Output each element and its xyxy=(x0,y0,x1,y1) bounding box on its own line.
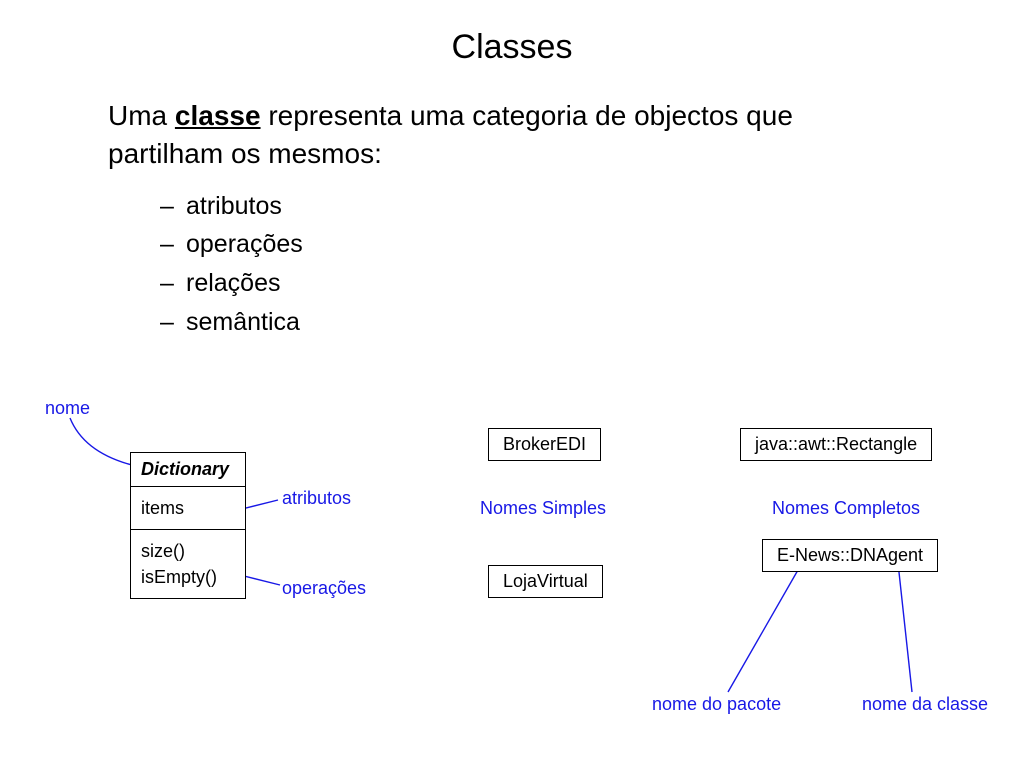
lead-paragraph: Uma classe representa uma categoria de o… xyxy=(108,97,868,173)
list-item: –semântica xyxy=(160,303,1024,342)
uml-class-name: Dictionary xyxy=(131,453,245,487)
bullet-text: semântica xyxy=(186,303,300,342)
annotation-atributos: atributos xyxy=(282,488,351,509)
annotation-nomes-completos: Nomes Completos xyxy=(772,498,920,519)
annotation-operacoes: operações xyxy=(282,578,366,599)
class-box-dnagent: E-News::DNAgent xyxy=(762,539,938,572)
lead-keyword: classe xyxy=(175,100,261,131)
bullet-list: –atributos –operações –relações –semânti… xyxy=(160,187,1024,342)
dash-icon: – xyxy=(160,303,174,342)
bullet-text: operações xyxy=(186,225,303,264)
uml-attributes-section: items xyxy=(131,487,245,530)
bullet-text: relações xyxy=(186,264,281,303)
class-box-loja: LojaVirtual xyxy=(488,565,603,598)
annotation-nome-pacote: nome do pacote xyxy=(652,694,781,715)
dash-icon: – xyxy=(160,264,174,303)
bullet-text: atributos xyxy=(186,187,282,226)
annotation-nomes-simples: Nomes Simples xyxy=(480,498,606,519)
class-box-rectangle: java::awt::Rectangle xyxy=(740,428,932,461)
class-box-broker: BrokerEDI xyxy=(488,428,601,461)
dash-icon: – xyxy=(160,225,174,264)
page-title: Classes xyxy=(0,0,1024,67)
annotation-nome-classe: nome da classe xyxy=(862,694,988,715)
list-item: –relações xyxy=(160,264,1024,303)
uml-operation: size() xyxy=(141,538,235,564)
dash-icon: – xyxy=(160,187,174,226)
lead-pre: Uma xyxy=(108,100,175,131)
annotation-nome: nome xyxy=(45,398,90,419)
list-item: –atributos xyxy=(160,187,1024,226)
uml-operations-section: size() isEmpty() xyxy=(131,530,245,598)
list-item: –operações xyxy=(160,225,1024,264)
uml-class-box: Dictionary items size() isEmpty() xyxy=(130,452,246,599)
uml-attribute: items xyxy=(141,495,235,521)
uml-operation: isEmpty() xyxy=(141,564,235,590)
